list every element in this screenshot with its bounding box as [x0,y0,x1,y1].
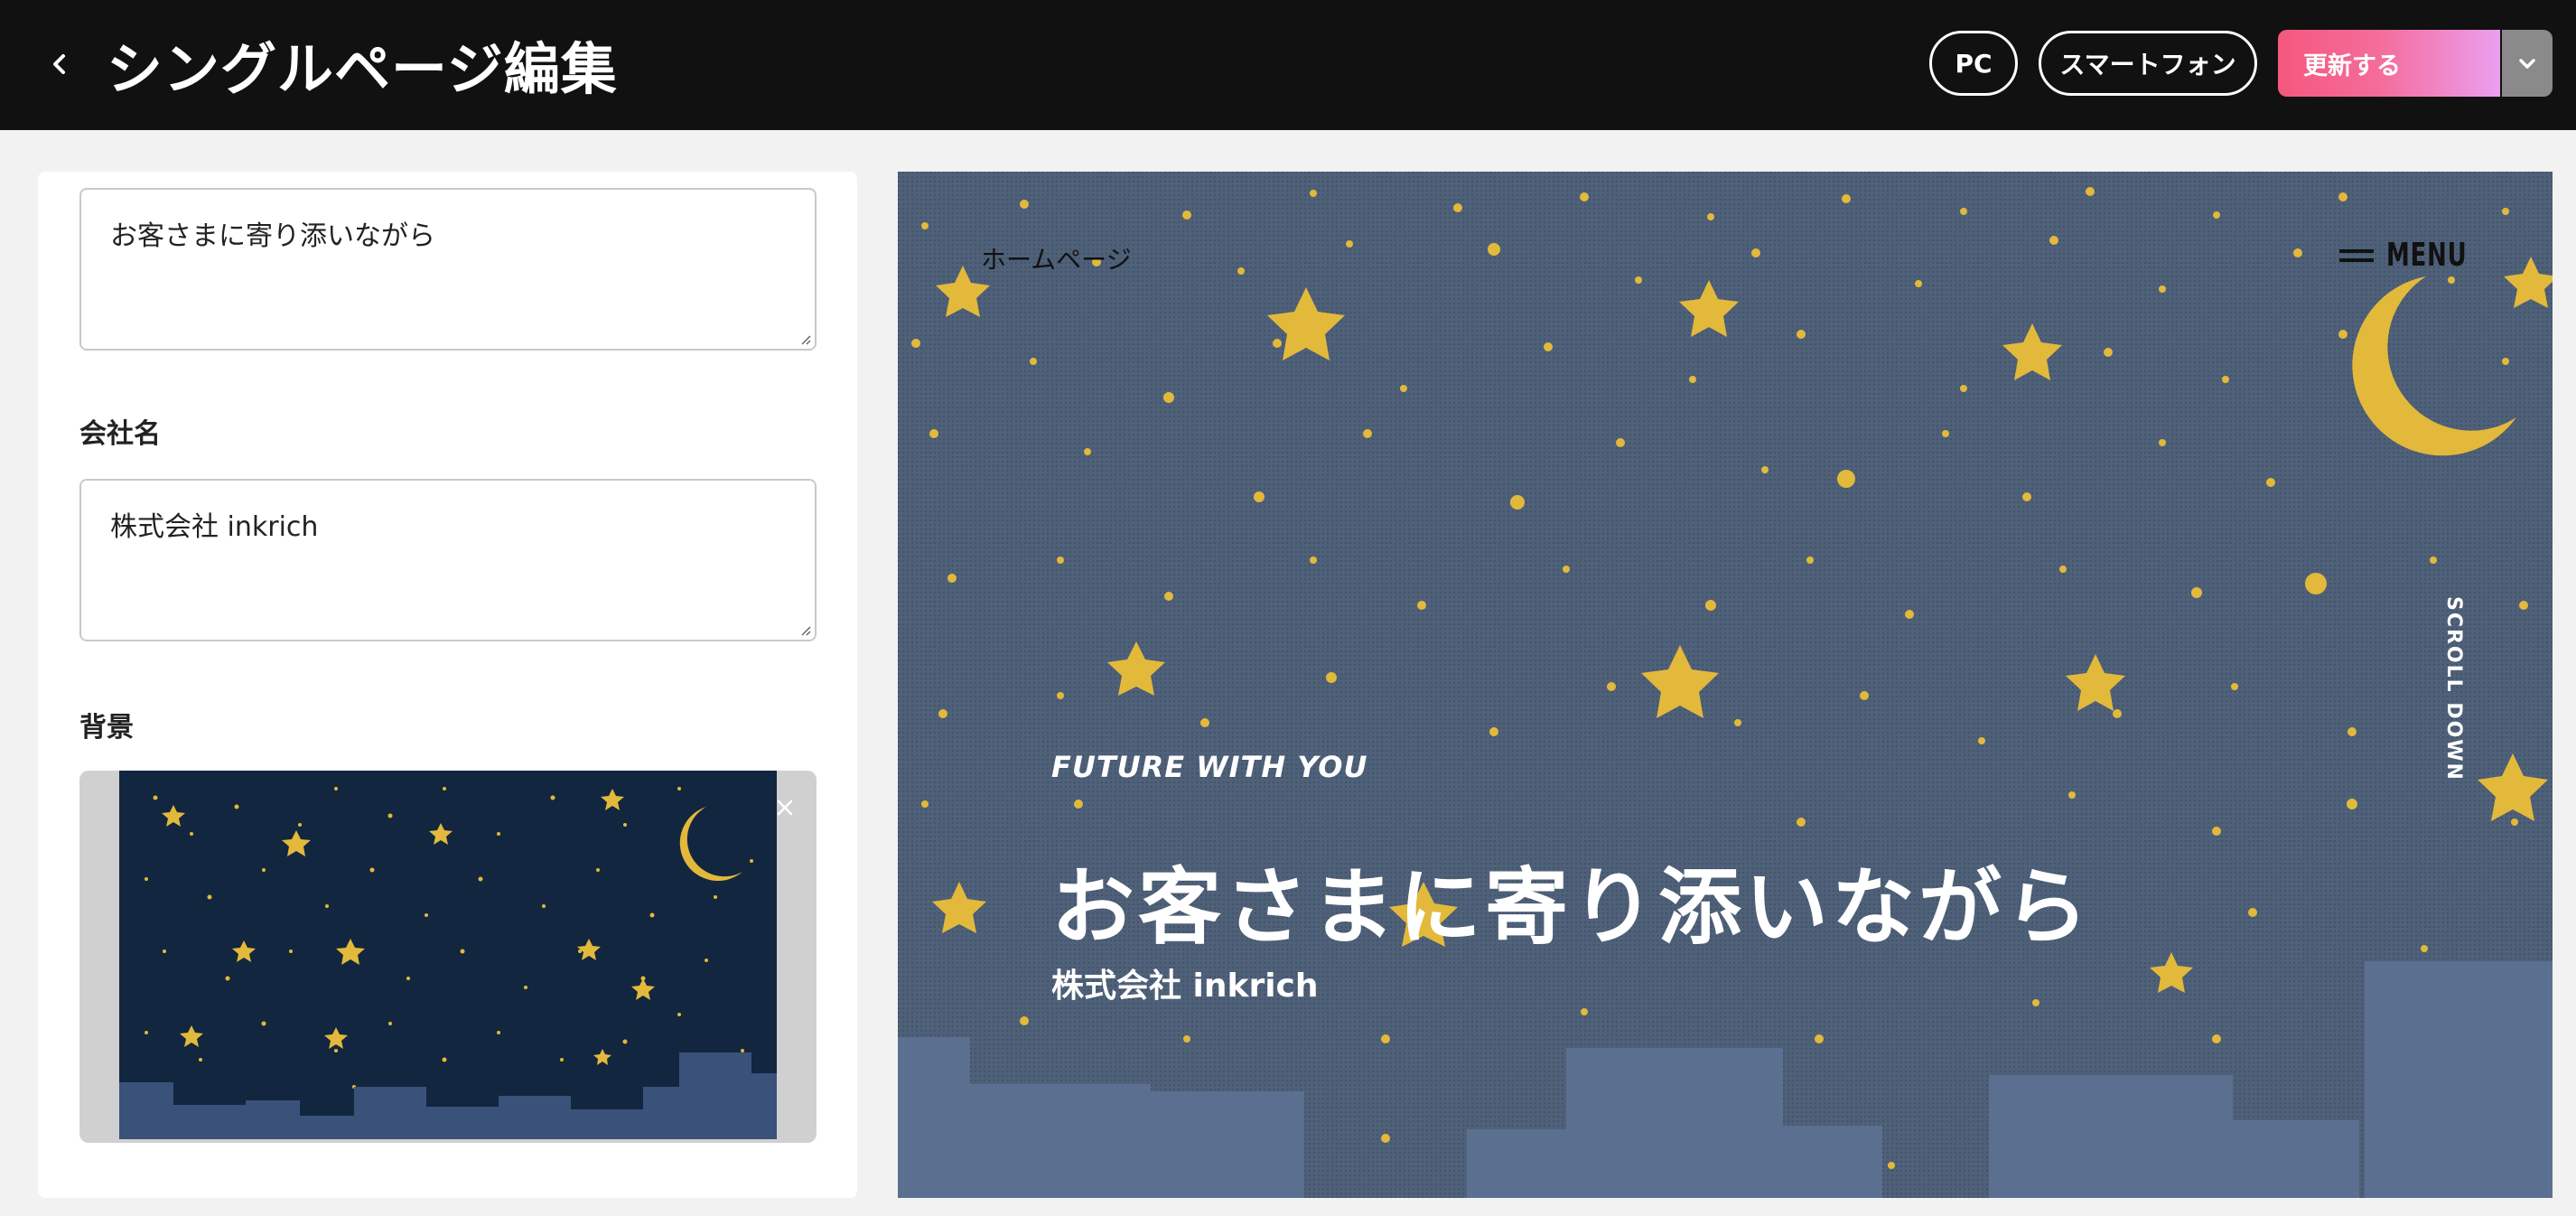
resize-handle-icon[interactable] [798,332,811,345]
resize-handle-icon[interactable] [798,623,811,636]
edit-panel: お客さまに寄り添いながら 会社名 株式会社 inkrich 背景 [38,172,857,1198]
chevron-down-icon [2519,59,2535,69]
update-options-dropdown[interactable] [2502,30,2553,97]
background-image-field[interactable] [79,771,817,1143]
view-smartphone-button[interactable]: スマートフォン [2039,31,2257,96]
preview-menu-button[interactable]: MENU [2339,237,2487,274]
update-button[interactable]: 更新する [2278,30,2500,97]
page-preview: ホームページ MENU SCROLL DOWN FUTURE WITH YOU … [898,172,2553,1198]
view-pc-button[interactable]: PC [1929,31,2018,96]
company-textarea[interactable]: 株式会社 inkrich [79,479,817,641]
preview-menu-label: MENU [2386,237,2468,274]
preview-catchcopy: お客さまに寄り添いながら [1051,859,2093,956]
preview-background [898,172,2553,1198]
catchcopy-text: お客さまに寄り添いながら [110,220,435,252]
back-button[interactable] [40,43,79,83]
preview-subtitle: FUTURE WITH YOU [1051,750,1368,784]
company-text: 株式会社 inkrich [110,511,319,543]
company-label: 会社名 [79,418,161,450]
top-bar: シングルページ編集 PC スマートフォン 更新する [0,0,2576,130]
remove-image-button[interactable] [771,794,798,821]
background-thumbnail [119,771,777,1139]
menu-lines-icon [2339,248,2374,262]
catchcopy-textarea[interactable]: お客さまに寄り添いながら [79,188,817,351]
background-label: 背景 [79,712,134,744]
chevron-left-icon [53,54,65,74]
preview-company-name: 株式会社 inkrich [1051,968,1319,1005]
page-title: シングルページ編集 [107,36,618,102]
preview-site-logo[interactable]: ホームページ [981,240,1132,276]
preview-scroll-down[interactable]: SCROLL DOWN [2442,596,2465,781]
